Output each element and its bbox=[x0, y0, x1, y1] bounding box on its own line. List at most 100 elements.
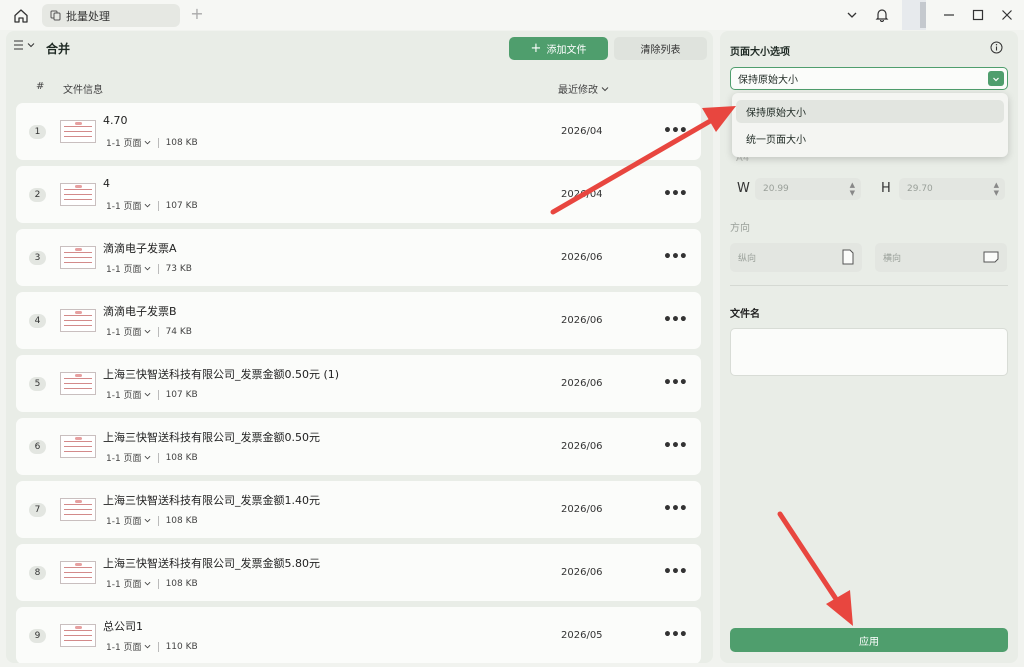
apply-button[interactable]: 应用 bbox=[730, 628, 1008, 652]
portrait-label: 纵向 bbox=[738, 254, 757, 264]
file-name: 总公司1 bbox=[103, 620, 143, 633]
avatar[interactable] bbox=[902, 0, 926, 30]
info-icon[interactable] bbox=[990, 41, 1003, 57]
page-range: 1-1 页面 bbox=[106, 202, 142, 212]
list-item[interactable]: 7 上海三快智送科技有限公司_发票金额1.40元 1-1 页面 108 KB 2… bbox=[16, 481, 701, 538]
row-number: 2 bbox=[29, 188, 46, 202]
list-toolbar: 合并 + 添加文件 清除列表 bbox=[6, 31, 713, 67]
more-options-icon[interactable]: ••• bbox=[663, 123, 688, 139]
row-number: 8 bbox=[29, 566, 46, 580]
page-range-select[interactable]: 1-1 页面 bbox=[106, 325, 151, 338]
more-options-icon[interactable]: ••• bbox=[663, 438, 688, 454]
file-name: 4.70 bbox=[103, 114, 128, 127]
page-range-select[interactable]: 1-1 页面 bbox=[106, 640, 151, 653]
list-item[interactable]: 4 滴滴电子发票B 1-1 页面 74 KB 2026/06 ••• bbox=[16, 292, 701, 349]
separator bbox=[157, 200, 159, 211]
more-options-icon[interactable]: ••• bbox=[663, 501, 688, 517]
page-range-select[interactable]: 1-1 页面 bbox=[106, 262, 151, 275]
more-options-icon[interactable]: ••• bbox=[663, 375, 688, 391]
landscape-option[interactable]: 横向 bbox=[875, 243, 1007, 272]
file-name: 上海三快智送科技有限公司_发票金额5.80元 bbox=[103, 557, 320, 570]
stepper-icon: ▲ ▼ bbox=[849, 181, 855, 197]
chevron-down-icon[interactable] bbox=[841, 4, 863, 26]
option-keep-original[interactable]: 保持原始大小 bbox=[736, 100, 1004, 123]
page-range-select[interactable]: 1-1 页面 bbox=[106, 514, 151, 527]
menu-toggle[interactable] bbox=[14, 40, 35, 50]
page-range-select[interactable]: 1-1 页面 bbox=[106, 388, 151, 401]
modified-date: 2026/06 bbox=[561, 567, 603, 578]
more-options-icon[interactable]: ••• bbox=[663, 627, 688, 643]
plus-icon[interactable]: + bbox=[188, 5, 206, 23]
file-meta: 1-1 页面 108 KB bbox=[106, 577, 198, 590]
close-icon[interactable] bbox=[996, 4, 1018, 26]
file-size: 107 KB bbox=[165, 200, 198, 211]
file-thumbnail bbox=[60, 246, 96, 269]
file-thumbnail bbox=[60, 498, 96, 521]
list-item[interactable]: 9 总公司1 1-1 页面 110 KB 2026/05 ••• bbox=[16, 607, 701, 663]
chevron-down-icon bbox=[27, 43, 35, 48]
chevron-down-icon bbox=[144, 392, 150, 397]
file-meta: 1-1 页面 108 KB bbox=[106, 136, 198, 149]
bell-icon[interactable] bbox=[871, 4, 893, 26]
modified-date: 2026/06 bbox=[561, 378, 603, 389]
width-input[interactable]: 20.99 ▲ ▼ bbox=[755, 178, 861, 200]
home-icon[interactable] bbox=[10, 5, 32, 27]
more-options-icon[interactable]: ••• bbox=[663, 249, 688, 265]
chevron-down-icon bbox=[144, 644, 150, 649]
filename-input[interactable] bbox=[730, 328, 1008, 376]
modified-date: 2026/06 bbox=[561, 441, 603, 452]
tab-copy-icon bbox=[50, 10, 62, 22]
separator bbox=[157, 263, 159, 274]
page-range-select[interactable]: 1-1 页面 bbox=[106, 136, 151, 149]
page-range: 1-1 页面 bbox=[106, 391, 142, 401]
file-meta: 1-1 页面 107 KB bbox=[106, 388, 198, 401]
modified-date: 2026/05 bbox=[561, 630, 603, 641]
file-name: 滴滴电子发票B bbox=[103, 305, 177, 318]
separator bbox=[157, 452, 159, 463]
list-item[interactable]: 2 4 1-1 页面 107 KB 2026/04 ••• bbox=[16, 166, 701, 223]
option-uniform-size[interactable]: 统一页面大小 bbox=[736, 127, 1004, 150]
page-range: 1-1 页面 bbox=[106, 265, 142, 275]
more-options-icon[interactable]: ••• bbox=[663, 564, 688, 580]
add-file-button[interactable]: + 添加文件 bbox=[509, 37, 608, 60]
list-item[interactable]: 8 上海三快智送科技有限公司_发票金额5.80元 1-1 页面 108 KB 2… bbox=[16, 544, 701, 601]
row-number: 5 bbox=[29, 377, 46, 391]
separator bbox=[157, 578, 159, 589]
tab-label: 批量处理 bbox=[66, 9, 110, 23]
file-meta: 1-1 页面 73 KB bbox=[106, 262, 192, 275]
separator bbox=[157, 326, 159, 337]
height-input[interactable]: 29.70 ▲ ▼ bbox=[899, 178, 1005, 200]
row-number: 3 bbox=[29, 251, 46, 265]
file-name: 4 bbox=[103, 177, 110, 190]
tab-batch-process[interactable]: 批量处理 bbox=[42, 4, 180, 27]
list-item[interactable]: 1 4.70 1-1 页面 108 KB 2026/04 ••• bbox=[16, 103, 701, 160]
options-panel: 页面大小选项 保持原始大小 保持原始大小 统一页面大小 A4 W 20.99 ▲… bbox=[720, 31, 1018, 663]
list-item[interactable]: 3 滴滴电子发票A 1-1 页面 73 KB 2026/06 ••• bbox=[16, 229, 701, 286]
portrait-option[interactable]: 纵向 bbox=[730, 243, 862, 272]
row-number: 9 bbox=[29, 629, 46, 643]
page-range-select[interactable]: 1-1 页面 bbox=[106, 577, 151, 590]
maximize-icon[interactable] bbox=[967, 4, 989, 26]
more-options-icon[interactable]: ••• bbox=[663, 312, 688, 328]
file-meta: 1-1 页面 108 KB bbox=[106, 514, 198, 527]
plus-icon: + bbox=[530, 40, 542, 56]
minimize-icon[interactable] bbox=[938, 4, 960, 26]
chevron-down-icon bbox=[144, 518, 150, 523]
header-file-info: 文件信息 bbox=[63, 85, 103, 96]
more-options-icon[interactable]: ••• bbox=[663, 186, 688, 202]
page-range-select[interactable]: 1-1 页面 bbox=[106, 451, 151, 464]
page-range-select[interactable]: 1-1 页面 bbox=[106, 199, 151, 212]
list-item[interactable]: 6 上海三快智送科技有限公司_发票金额0.50元 1-1 页面 108 KB 2… bbox=[16, 418, 701, 475]
divider bbox=[730, 285, 1008, 286]
file-name: 上海三快智送科技有限公司_发票金额1.40元 bbox=[103, 494, 320, 507]
list-header: # 文件信息 最近修改 bbox=[6, 77, 713, 97]
chevron-down-icon bbox=[988, 71, 1004, 86]
stepper-icon: ▲ ▼ bbox=[993, 181, 999, 197]
file-thumbnail bbox=[60, 183, 96, 206]
list-item[interactable]: 5 上海三快智送科技有限公司_发票金额0.50元 (1) 1-1 页面 107 … bbox=[16, 355, 701, 412]
clear-list-button[interactable]: 清除列表 bbox=[614, 37, 707, 60]
page-range: 1-1 页面 bbox=[106, 580, 142, 590]
modified-date: 2026/06 bbox=[561, 504, 603, 515]
header-modified[interactable]: 最近修改 bbox=[558, 81, 609, 96]
page-size-select[interactable]: 保持原始大小 bbox=[730, 67, 1008, 90]
